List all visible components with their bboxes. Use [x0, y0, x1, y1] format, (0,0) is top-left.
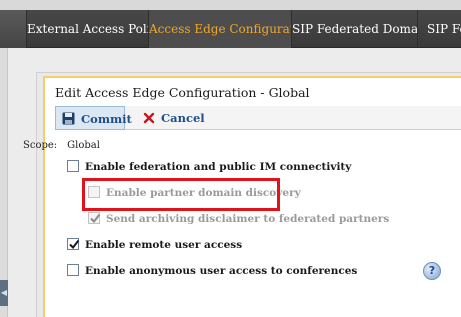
cancel-button[interactable]: Cancel — [137, 106, 205, 130]
x-icon — [143, 112, 155, 124]
collapse-handle[interactable]: ◀ — [0, 280, 8, 306]
option-archiving-disclaimer: Send archiving disclaimer to federated p… — [88, 212, 389, 225]
option-anonymous-access[interactable]: Enable anonymous user access to conferen… — [67, 264, 357, 277]
triangle-left-icon: ◀ — [0, 288, 8, 297]
archiving-disclaimer-label: Send archiving disclaimer to federated p… — [106, 213, 390, 225]
dialog-toolbar: Commit Cancel — [55, 106, 461, 130]
left-rail — [0, 48, 8, 317]
tab-access-edge-configuration[interactable]: Access Edge Configuration — [148, 10, 291, 48]
cancel-label: Cancel — [161, 111, 205, 125]
commit-button[interactable]: Commit — [55, 106, 132, 130]
option-federation[interactable]: Enable federation and public IM connecti… — [67, 160, 351, 173]
remote-access-label: Enable remote user access — [85, 239, 243, 251]
federation-label: Enable federation and public IM connecti… — [85, 161, 352, 173]
scope-label: Scope: — [23, 140, 58, 151]
remote-access-checkbox[interactable] — [67, 238, 80, 250]
tab-bar: External Access Policy Access Edge Confi… — [0, 0, 461, 48]
commit-label: Commit — [81, 112, 132, 126]
scope-row: Scope: Global — [23, 140, 100, 151]
dialog-title: Edit Access Edge Configuration - Global — [55, 85, 310, 100]
checkmark-icon — [90, 213, 101, 224]
help-icon[interactable]: ? — [423, 262, 441, 280]
scope-value: Global — [67, 140, 100, 151]
tab-sip-federated-providers[interactable]: SIP Fede — [417, 10, 461, 48]
checkmark-icon — [69, 239, 80, 250]
tab-bar-grip — [0, 10, 26, 48]
tab-external-access-policy[interactable]: External Access Policy — [26, 10, 148, 48]
anonymous-access-checkbox[interactable] — [67, 264, 79, 276]
highlight-annotation — [82, 178, 280, 211]
tab-bar-top-strip — [0, 0, 461, 10]
option-remote-access[interactable]: Enable remote user access — [67, 238, 242, 251]
federation-checkbox[interactable] — [67, 160, 79, 172]
save-disk-icon — [62, 112, 75, 125]
anonymous-access-label: Enable anonymous user access to conferen… — [85, 265, 358, 277]
archiving-disclaimer-checkbox — [88, 212, 101, 224]
tab-sip-federated-domains[interactable]: SIP Federated Domains — [291, 10, 417, 48]
